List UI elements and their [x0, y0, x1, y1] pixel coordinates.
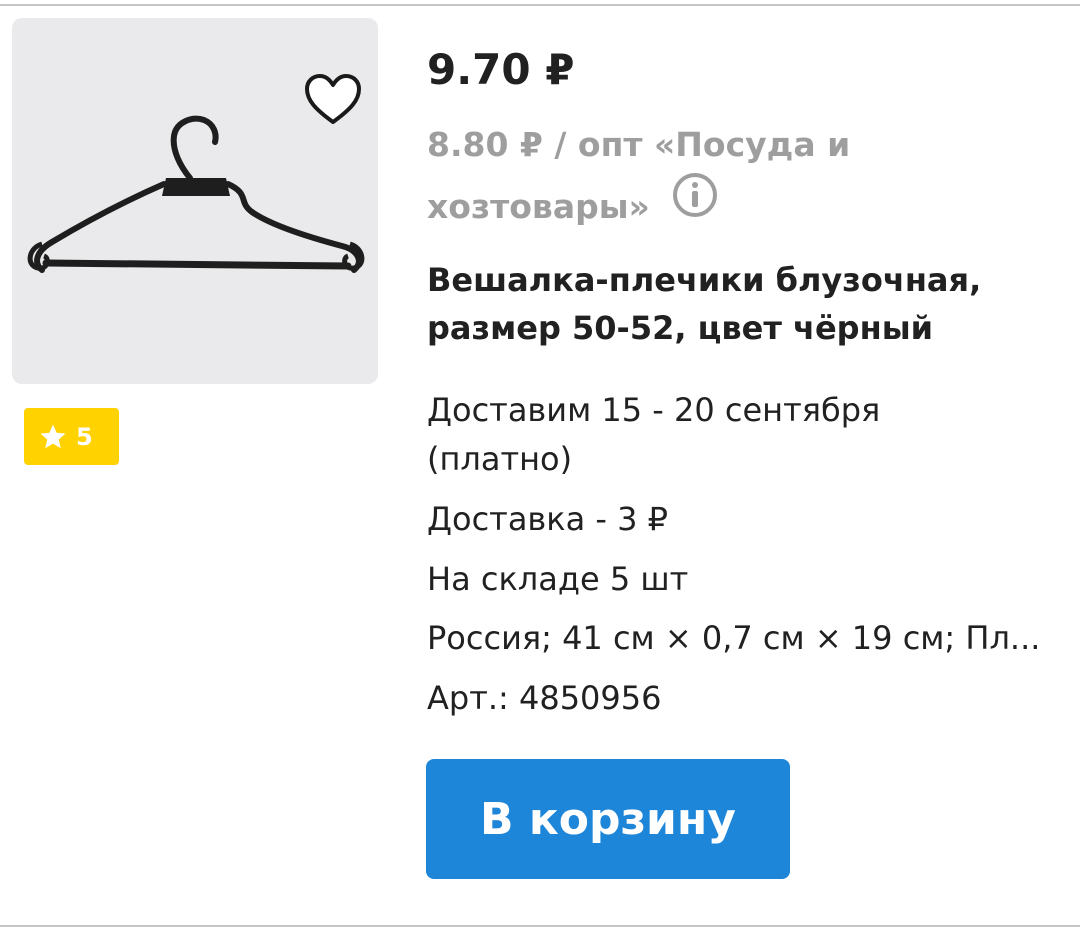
- delivery-date: Доставим 15 - 20 сентября (платно): [427, 391, 881, 478]
- product-title[interactable]: Вешалка-плечики блузочная, размер 50-52,…: [427, 256, 1047, 352]
- top-divider: [0, 4, 1080, 6]
- delivery-cost: Доставка - 3 ₽: [427, 500, 668, 538]
- heart-outline-icon: [305, 74, 361, 124]
- star-icon: [38, 422, 68, 452]
- price: 9.70 ₽: [427, 45, 575, 94]
- product-image[interactable]: [12, 18, 378, 384]
- article-number: Арт.: 4850956: [427, 679, 662, 717]
- add-to-cart-button[interactable]: В корзину: [426, 759, 790, 879]
- wholesale-price-text: 8.80 ₽ / опт «Посуда и хозтовары»: [427, 125, 851, 226]
- product-specs: Россия; 41 см × 0,7 см × 19 см; Пл...: [427, 619, 1041, 657]
- wholesale-price: 8.80 ₽ / опт «Посуда и хозтовары»: [427, 114, 1027, 242]
- stock-count: На складе 5 шт: [427, 560, 689, 598]
- bottom-divider: [0, 925, 1080, 927]
- rating-badge: 5: [24, 408, 119, 465]
- rating-value: 5: [76, 422, 93, 451]
- info-circle-icon[interactable]: [671, 171, 719, 238]
- favorite-button[interactable]: [300, 70, 366, 130]
